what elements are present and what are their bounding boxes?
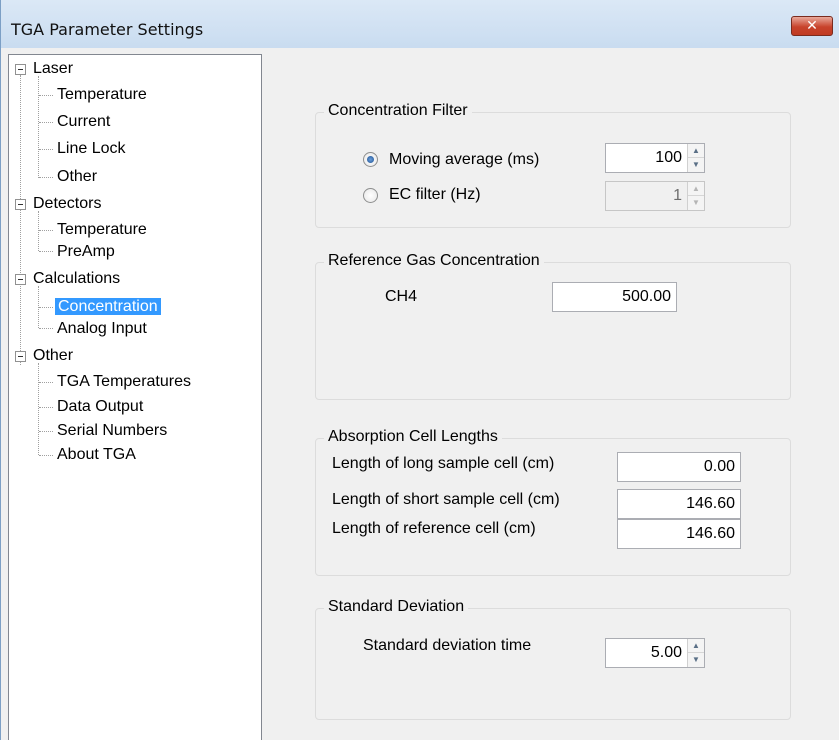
- input-value: 500.00: [622, 288, 671, 305]
- tree-item-laser-temperature[interactable]: Temperature: [57, 83, 147, 107]
- tree-item-laser-line-lock[interactable]: Line Lock: [57, 137, 126, 161]
- ec-filter-label: EC filter (Hz): [389, 186, 481, 203]
- tree-connector: [39, 431, 53, 432]
- tree-item-calculations-concentration[interactable]: Concentration: [55, 295, 161, 319]
- tree-item-label: Data Output: [57, 398, 144, 415]
- tree-connector: [39, 149, 53, 150]
- tree-item-label: Serial Numbers: [57, 422, 168, 439]
- tree-item-laser-other[interactable]: Other: [57, 165, 97, 189]
- tree-item-label: Line Lock: [57, 140, 126, 157]
- input-value: 0.00: [703, 458, 735, 475]
- ch4-concentration-input[interactable]: 500.00: [552, 282, 677, 312]
- std-dev-time-label: Standard deviation time: [363, 637, 532, 654]
- dialog-window: TGA Parameter Settings ✕ Laser Temperatu…: [0, 0, 839, 740]
- tree-root-line: [20, 75, 21, 365]
- collapse-icon[interactable]: [15, 274, 26, 285]
- group-title: Absorption Cell Lengths: [324, 428, 502, 446]
- tree-item-label: Current: [57, 113, 111, 130]
- tree-node-other[interactable]: Other: [9, 344, 259, 368]
- input-value: 146.60: [686, 495, 735, 512]
- stepper-value: 5.00: [650, 644, 682, 661]
- tree-item-detectors-temperature[interactable]: Temperature: [57, 218, 147, 242]
- moving-average-radio[interactable]: [363, 152, 378, 167]
- settings-tree[interactable]: Laser Temperature Current Line Lock Othe…: [8, 54, 262, 740]
- ec-filter-stepper[interactable]: 1 ▲ ▼: [605, 181, 705, 211]
- tree-node-calculations[interactable]: Calculations: [9, 267, 259, 291]
- tree-item-detectors-preamp[interactable]: PreAmp: [57, 240, 115, 264]
- ch4-label: CH4: [385, 288, 418, 305]
- tree-item-label: Temperature: [57, 86, 147, 103]
- short-cell-label: Length of short sample cell (cm): [332, 491, 560, 508]
- collapse-icon[interactable]: [15, 199, 26, 210]
- standard-deviation-group: Standard Deviation: [315, 598, 791, 720]
- tree-connector: [39, 251, 53, 252]
- tree-branch-line: [38, 211, 39, 251]
- tree-item-tga-temperatures[interactable]: TGA Temperatures: [57, 370, 191, 394]
- std-dev-time-stepper[interactable]: 5.00 ▲ ▼: [605, 638, 705, 668]
- window-title: TGA Parameter Settings: [11, 20, 204, 39]
- collapse-icon[interactable]: [15, 64, 26, 75]
- reference-cell-label: Length of reference cell (cm): [332, 520, 536, 537]
- group-title: Standard Deviation: [324, 598, 469, 616]
- tree-item-label: Analog Input: [57, 320, 147, 337]
- short-cell-input[interactable]: 146.60: [617, 489, 741, 519]
- tree-connector: [39, 328, 53, 329]
- tree-connector: [39, 307, 53, 308]
- tree-node-label: Calculations: [33, 270, 121, 287]
- group-title: Reference Gas Concentration: [324, 252, 544, 270]
- tree-connector: [39, 230, 53, 231]
- title-bar: TGA Parameter Settings ✕: [1, 0, 839, 48]
- spin-buttons[interactable]: ▲ ▼: [687, 639, 704, 667]
- tree-connector: [39, 95, 53, 96]
- tree-connector: [39, 455, 53, 456]
- tree-item-serial-numbers[interactable]: Serial Numbers: [57, 419, 167, 443]
- ec-filter-radio[interactable]: [363, 188, 378, 203]
- collapse-icon[interactable]: [15, 351, 26, 362]
- tree-item-label: Other: [57, 168, 98, 185]
- tree-node-detectors[interactable]: Detectors: [9, 192, 259, 216]
- tree-connector: [39, 407, 53, 408]
- spin-down-icon[interactable]: ▼: [688, 158, 704, 172]
- group-title: Concentration Filter: [324, 102, 472, 120]
- stepper-value: 1: [673, 187, 682, 204]
- tree-branch-line: [38, 363, 39, 455]
- concentration-filter-group: Concentration Filter: [315, 102, 791, 228]
- tree-connector: [39, 382, 53, 383]
- close-button[interactable]: ✕: [791, 16, 833, 36]
- tree-item-about-tga[interactable]: About TGA: [57, 443, 136, 467]
- tree-item-data-output[interactable]: Data Output: [57, 395, 143, 419]
- long-cell-input[interactable]: 0.00: [617, 452, 741, 482]
- tree-item-label: PreAmp: [57, 243, 115, 260]
- stepper-value: 100: [655, 149, 682, 166]
- spin-buttons[interactable]: ▲ ▼: [687, 144, 704, 172]
- tree-item-laser-current[interactable]: Current: [57, 110, 110, 134]
- tree-item-label: TGA Temperatures: [57, 373, 191, 390]
- reference-cell-input[interactable]: 146.60: [617, 519, 741, 549]
- tree-item-label: About TGA: [57, 446, 136, 463]
- tree-node-label: Detectors: [33, 195, 102, 212]
- close-icon: ✕: [806, 18, 818, 34]
- moving-average-stepper[interactable]: 100 ▲ ▼: [605, 143, 705, 173]
- moving-average-label: Moving average (ms): [389, 151, 540, 168]
- spin-down-icon[interactable]: ▼: [688, 653, 704, 667]
- tree-connector: [39, 122, 53, 123]
- tree-item-label: Concentration: [55, 298, 161, 315]
- spin-down-icon[interactable]: ▼: [688, 196, 704, 210]
- tree-item-label: Temperature: [57, 221, 147, 238]
- input-value: 146.60: [686, 525, 735, 542]
- tree-item-calculations-analog-input[interactable]: Analog Input: [57, 317, 147, 341]
- long-cell-label: Length of long sample cell (cm): [332, 455, 555, 472]
- tree-connector: [39, 177, 53, 178]
- dialog-client-area: Laser Temperature Current Line Lock Othe…: [1, 48, 839, 740]
- tree-node-laser[interactable]: Laser: [9, 57, 259, 81]
- tree-branch-line: [38, 76, 39, 178]
- spin-buttons[interactable]: ▲ ▼: [687, 182, 704, 210]
